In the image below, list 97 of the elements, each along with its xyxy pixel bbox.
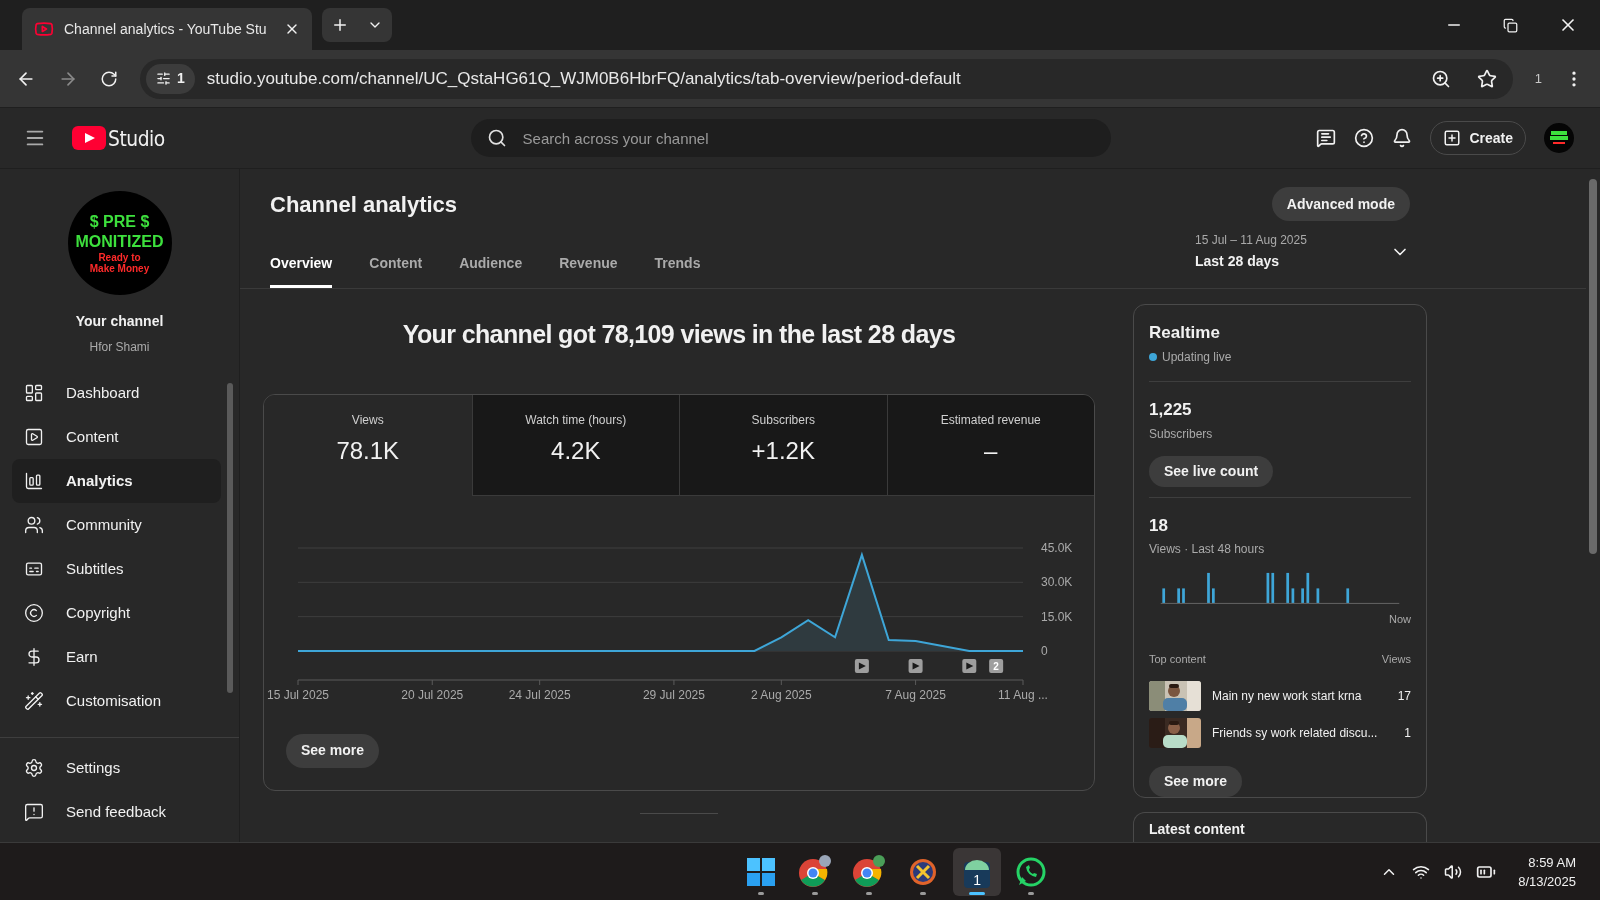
sidebar-item[interactable]: Settings [12,746,221,790]
card-title: Latest content [1149,821,1245,837]
sidebar-item[interactable]: Copyright [12,591,221,635]
see-more-button[interactable]: See more [1149,766,1243,797]
date-range-selector[interactable]: 15 Jul – 11 Aug 2025 Last 28 days [1195,231,1410,272]
bookmark-icon[interactable] [1476,68,1497,89]
browser-tab[interactable]: Channel analytics - YouTube Stu [22,8,312,50]
search-icon [486,128,507,148]
sidebar-item[interactable]: Customisation [12,679,221,723]
channel-title: Your channel [75,312,164,331]
tab[interactable]: Content [369,253,423,288]
add-video-icon [1443,129,1462,147]
subscribers-label: Subscribers [1149,425,1214,443]
sidebar-item[interactable]: Analytics [12,459,221,503]
people-icon [24,515,44,535]
realtime-title: Realtime [1149,322,1221,344]
tab-title: Channel analytics - YouTube Stu [64,19,268,39]
youtube-icon [34,19,54,39]
subscriber-count: 1,225 [1149,399,1193,422]
avatar-text: MONITIZED [75,232,164,252]
studio-logo[interactable]: Studio [72,121,175,155]
site-info-button[interactable]: 1 [146,63,195,94]
url-text: studio.youtube.com/channel/UC_QstaHG61Q_WJM0B6HbrFQ/analytics/tab-overview/period-default [206,67,962,90]
help-icon[interactable] [1354,128,1375,148]
metric-tab[interactable]: Estimated revenue – [886,394,1094,496]
advanced-mode-button[interactable]: Advanced mode [1271,187,1410,221]
axis-label: 0 [1041,643,1048,658]
dashboard-icon [24,383,44,403]
badge-label: 1 [972,872,982,887]
feedback-icon [24,802,44,822]
video-marker-icon[interactable] [854,658,869,673]
play-logo-icon [72,126,106,150]
sidebar-item[interactable]: Content [12,415,221,459]
views-label: Views · Last 48 hours [1149,541,1266,559]
views-count: 18 [1149,514,1169,537]
see-more-button[interactable]: See more [286,733,380,768]
headline: Your channel got 78,109 views in the last 28 days [401,319,957,350]
video-marker-icon[interactable] [962,658,977,673]
axis-label: 20 Jul 2025 [401,687,464,702]
new-tab-icon[interactable] [331,16,349,34]
tune-icon [156,71,171,86]
avatar-text: $ PRE $ [89,212,150,232]
channel-avatar[interactable]: $ PRE $ MONITIZED Ready to Make Money [67,191,172,295]
tab[interactable]: Revenue [559,253,618,288]
clock[interactable]: 8:59 AM 8/13/2025 [1518,852,1576,891]
channel-name: Hfor Shami [89,339,150,356]
avatar-text: Ready to [98,252,141,263]
axis-label: 15 Jul 2025 [266,687,330,702]
sidebar-item[interactable]: Earn [12,635,221,679]
axis-label: 30.0K [1041,574,1073,589]
axis-label: 15.0K [1041,609,1073,624]
magic-wand-icon [24,691,44,711]
sidebar-item[interactable]: Dashboard [12,371,221,415]
comment-icon[interactable] [1316,128,1337,148]
reload-icon[interactable] [100,69,118,88]
chat-app-icon [1016,856,1047,887]
copyright-icon [24,603,44,623]
video-marker-icon[interactable] [908,658,923,673]
top-content-row[interactable]: Friends sy work related discu... 1 [1149,718,1411,749]
column-label: Views [1381,651,1411,667]
browser-icon [798,854,833,889]
metric-tab[interactable]: Watch time (hours) 4.2K [471,394,679,496]
top-content-row[interactable]: Main ny new work start krna 17 [1149,681,1411,712]
axis-label: 29 Jul 2025 [642,687,705,702]
zoom-icon[interactable] [1430,68,1451,89]
avatar-text: Make Money [89,263,150,274]
video-icon [24,427,44,447]
axis-label: 2 Aug 2025 [750,687,812,702]
taskbar-app[interactable]: 1 [953,847,1002,896]
scrollbar[interactable] [1589,179,1597,554]
live-status: Updating live [1162,348,1232,366]
settings-icon [24,758,44,778]
metric-tab[interactable]: Subscribers +1.2K [679,394,887,496]
scrollbar[interactable] [227,383,233,693]
analytics-icon [24,471,44,491]
restore-icon[interactable] [1503,17,1518,33]
app-icon [909,857,938,886]
axis-label: 7 Aug 2025 [885,687,946,702]
volume-icon[interactable] [1444,862,1463,881]
notifications-icon[interactable] [1392,128,1413,148]
page-title: Channel analytics [270,190,458,219]
sidebar-item[interactable]: Send feedback [12,790,221,834]
live-count-button[interactable]: See live count [1149,455,1274,487]
axis-label: 24 Jul 2025 [508,687,571,702]
axis-label: 45.0K [1041,540,1073,555]
sidebar-item[interactable]: Community [12,503,221,547]
now-label: Now [1389,612,1411,628]
axis-label: 11 Aug ... [998,687,1048,702]
browser-icon [852,854,887,889]
address-bar[interactable]: 1 studio.youtube.com/channel/UC_QstaHG61Q_WJM0B6HbrFQ/analytics/tab-overview/period-default [140,58,1513,99]
tab[interactable]: Overview [270,253,333,288]
tab[interactable]: Trends [654,253,701,288]
extensions-count[interactable]: 1 [1534,68,1542,89]
windows-logo-icon [747,857,776,886]
tab[interactable]: Audience [459,253,523,288]
column-label: Top content [1149,651,1206,667]
sidebar-item[interactable]: Subtitles [12,547,221,591]
